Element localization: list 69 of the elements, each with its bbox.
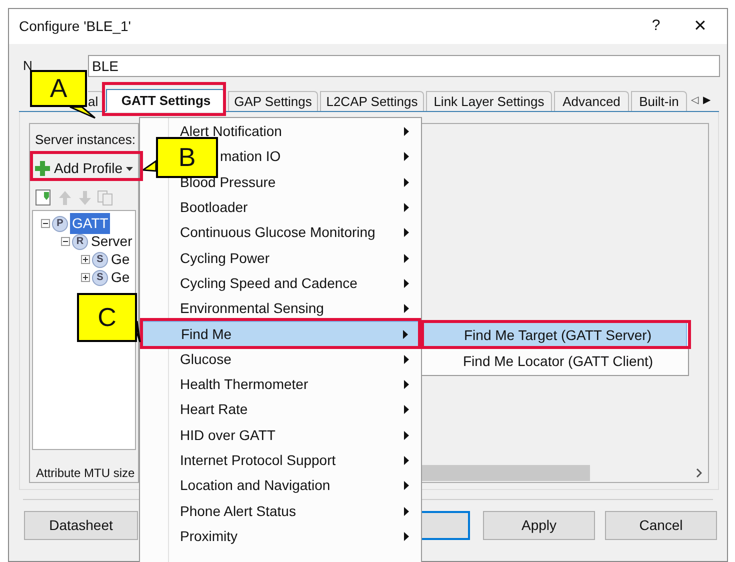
menu-item[interactable]: Location and Navigation [140, 473, 421, 498]
close-button[interactable]: ✕ [685, 14, 715, 38]
menu-item[interactable]: Internet Protocol Support [140, 448, 421, 474]
submenu-arrow-icon [404, 532, 409, 541]
node-icon: S [92, 270, 108, 286]
menu-item[interactable]: Environmental Sensing [140, 296, 421, 322]
submenu-arrow-icon [404, 152, 409, 162]
submenu-item[interactable]: Find Me Locator (GATT Client) [423, 348, 687, 374]
tab[interactable]: L2CAP Settings [320, 91, 424, 111]
submenu-arrow-icon [404, 405, 409, 414]
tree-item[interactable]: Ge [110, 249, 131, 270]
collapse-toggle[interactable] [41, 219, 50, 228]
dialog-button[interactable]: Datasheet [24, 511, 138, 540]
tree-item[interactable]: Server [90, 231, 134, 252]
tab-scroll-left[interactable]: ◁ [691, 96, 699, 106]
menu-item[interactable]: Health Thermometer [140, 372, 421, 398]
menu-item[interactable]: Find Me [140, 321, 421, 347]
window-title: Configure 'BLE_1' [19, 17, 131, 36]
callout-tooltip: C [77, 293, 141, 343]
mtu-label: Attribute MTU size [36, 464, 136, 482]
plus-icon [35, 161, 50, 176]
submenu-arrow-icon [404, 228, 409, 238]
submenu-arrow-icon [404, 430, 409, 440]
expand-toggle[interactable] [81, 273, 90, 282]
submenu-arrow-icon [404, 254, 409, 263]
menu-item[interactable]: Continuous Glucose Monitoring [140, 220, 421, 246]
node-icon: P [52, 216, 68, 232]
menu-item[interactable]: Cycling Power [140, 245, 421, 271]
node-icon: R [72, 234, 88, 250]
submenu-arrow-icon [404, 278, 409, 288]
dialog-button[interactable]: Cancel [605, 511, 717, 540]
tab-scroll-right[interactable]: ▶ [703, 96, 711, 106]
help-button[interactable]: ? [641, 15, 671, 38]
menu-item[interactable]: Glucose [140, 346, 421, 372]
expand-toggle[interactable] [81, 255, 90, 264]
sort-icon[interactable] [35, 188, 53, 206]
tab[interactable]: GATT Settings [106, 89, 226, 112]
submenu-arrow-icon [404, 380, 409, 390]
server-instances-label: Server instances: [35, 131, 136, 149]
tab[interactable]: Advanced [554, 91, 629, 111]
dialog-button[interactable]: Apply [483, 511, 595, 540]
submenu-arrow-icon [404, 481, 409, 490]
menu-item[interactable]: Phone Alert Status [140, 498, 421, 524]
add-profile-button[interactable]: Add Profile [32, 158, 140, 180]
name-field[interactable]: BLE [88, 55, 720, 77]
name-label: N [23, 57, 34, 76]
submenu-arrow-icon [404, 456, 409, 465]
menu-item[interactable]: Bootloader [140, 194, 421, 220]
menu-item[interactable]: Heart Rate [140, 397, 421, 423]
tab[interactable]: GAP Settings [228, 91, 318, 111]
submenu-arrow-icon [403, 330, 408, 339]
submenu-arrow-icon [404, 506, 409, 516]
submenu-arrow-icon [404, 203, 409, 212]
menu-item[interactable]: HID over GATT [140, 422, 421, 448]
scroll-right-icon[interactable] [696, 468, 702, 478]
menu-item[interactable]: Cycling Speed and Cadence [140, 270, 421, 296]
caret-icon [126, 166, 134, 170]
callout-tooltip: B [143, 137, 218, 178]
submenu-arrow-icon [404, 354, 409, 364]
submenu-arrow-icon [404, 178, 409, 187]
tree-item[interactable]: GATT [70, 213, 110, 234]
tab[interactable]: Built-in [631, 91, 687, 111]
tree-item[interactable]: Ge [110, 267, 131, 288]
collapse-toggle[interactable] [61, 237, 70, 246]
submenu-arrow-icon [404, 304, 409, 314]
submenu-arrow-icon [404, 127, 409, 136]
menu-item[interactable]: Proximity [140, 524, 421, 550]
node-icon: S [92, 252, 108, 268]
tab[interactable]: Link Layer Settings [426, 91, 552, 111]
